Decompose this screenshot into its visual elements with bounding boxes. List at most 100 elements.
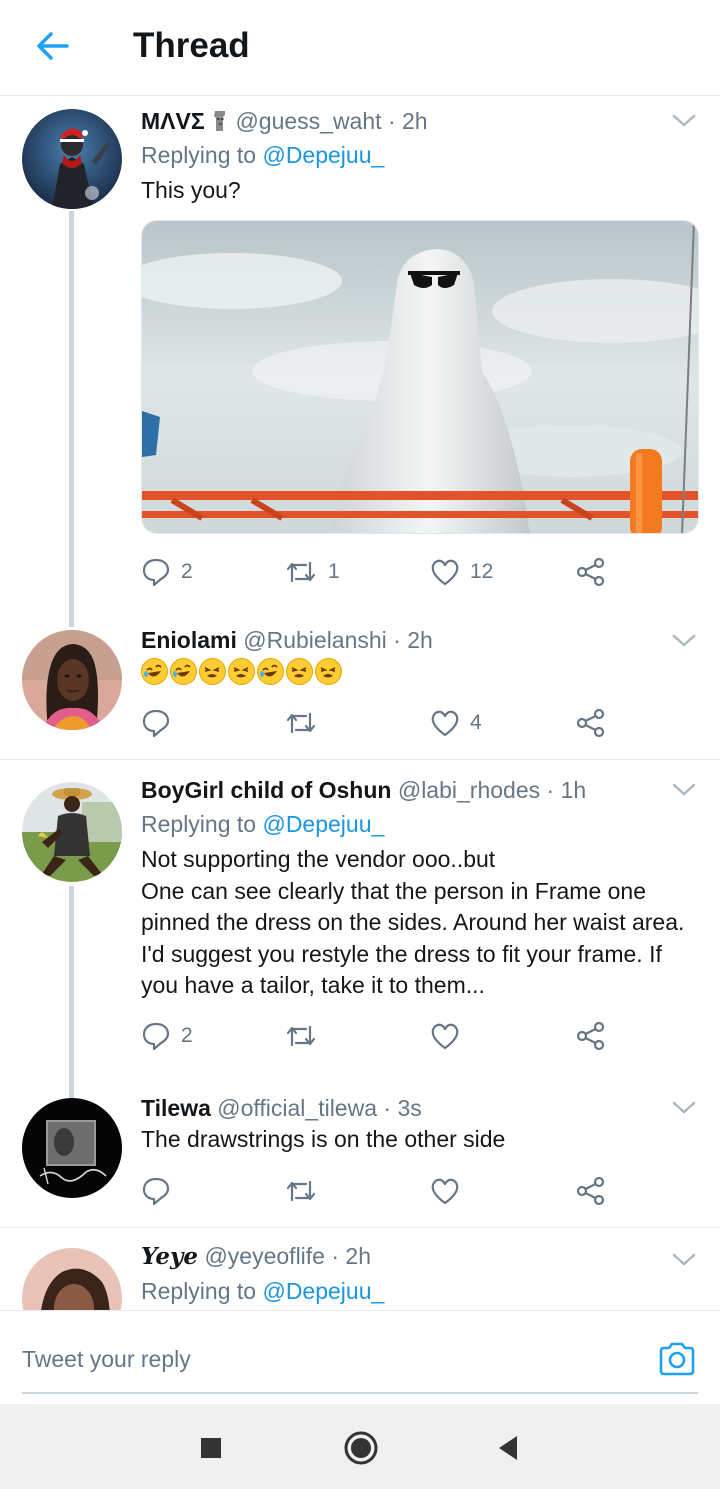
like-count: 12 [470,560,494,583]
rolling-on-floor-laughing-icon [141,658,168,685]
page-title: Thread [133,26,250,65]
app-header: Thread [0,0,720,96]
handle[interactable]: @Rubielanshi [243,627,387,653]
tweet-actions: 4 [141,703,641,743]
share-button[interactable] [575,1171,607,1211]
like-button[interactable]: 4 [430,703,482,743]
tweet-meta: BoyGirl child of Oshun @labi_rhodes · 1h [141,774,698,806]
reply-button[interactable]: 2 [141,552,193,592]
share-button[interactable] [575,703,607,743]
retweet-button[interactable] [284,1171,328,1211]
timestamp: · 2h [331,1243,371,1269]
tweet-text: This you? [141,177,241,203]
display-name[interactable]: BoyGirl child of Oshun [141,777,391,803]
like-button[interactable] [430,1171,470,1211]
tweet-media-image[interactable] [141,220,699,534]
tweet[interactable]: Eniolami @Rubielanshi · 2h 4 [0,627,720,759]
chevron-down-icon[interactable] [672,782,696,798]
avatar[interactable] [22,782,122,882]
tweet-text: Not supporting the vendor ooo..but One c… [141,846,685,998]
tweet[interactable]: BoyGirl child of Oshun @labi_rhodes · 1h… [0,760,720,1098]
retweet-button[interactable]: 1 [284,552,340,592]
retweet-button[interactable] [284,1016,328,1056]
reply-count: 2 [181,1024,193,1047]
rolling-on-floor-laughing-icon [257,658,284,685]
share-icon [576,1021,605,1051]
retweet-icon [286,1180,316,1202]
chevron-down-icon[interactable] [672,633,696,649]
avatar[interactable] [22,109,122,209]
reply-icon [142,1177,170,1206]
timestamp: · 3s [383,1095,422,1121]
display-name[interactable]: Eniolami [141,627,237,653]
tweet-actions [141,1171,641,1211]
share-button[interactable] [575,1016,607,1056]
avatar[interactable] [22,1098,122,1198]
weary-face-icon [315,658,342,685]
share-button[interactable] [575,552,607,592]
chevron-down-icon[interactable] [672,1100,696,1116]
tweet[interactable]: Yeye @yeyeoflife · 2h Replying to @Depej… [0,1228,720,1310]
display-name[interactable]: ΜΛVΣ [141,108,205,134]
back-nav-button[interactable] [490,1430,526,1466]
heart-icon [431,1023,459,1050]
retweet-icon [286,561,316,583]
share-icon [576,1176,605,1206]
display-name[interactable]: Tilewa [141,1095,211,1121]
camera-button[interactable] [657,1339,697,1379]
thread-feed[interactable]: ΜΛVΣ @guess_waht · 2h Replying to @Depej… [0,97,720,1310]
handle[interactable]: @yeyeoflife [204,1243,325,1269]
tweet[interactable]: ΜΛVΣ @guess_waht · 2h Replying to @Depej… [0,97,720,627]
share-icon [576,708,605,738]
timestamp: · 2h [387,108,428,134]
recents-square-icon [201,1438,221,1458]
back-triangle-icon [499,1436,517,1460]
tweet-meta: Tilewa @official_tilewa · 3s [141,1092,698,1124]
retweet-button[interactable] [284,703,328,743]
tweet-meta: Eniolami @Rubielanshi · 2h [141,624,698,656]
avatar[interactable] [22,630,122,730]
reply-button[interactable] [141,703,181,743]
reply-button[interactable]: 2 [141,1016,193,1056]
tweet-meta: Yeye @yeyeoflife · 2h [141,1240,698,1273]
heart-icon [431,559,459,586]
thread-line [69,211,74,627]
reply-input[interactable]: Tweet your reply [22,1339,622,1379]
tweet-meta: ΜΛVΣ @guess_waht · 2h [141,105,698,137]
back-arrow-icon [37,32,69,60]
thread-line [69,886,74,1098]
replying-to-label: Replying to [141,142,257,168]
input-underline [22,1392,698,1394]
retweet-icon [286,712,316,734]
reply-button[interactable] [141,1171,181,1211]
like-button[interactable]: 12 [430,552,493,592]
retweet-icon [286,1025,316,1047]
avatar[interactable] [22,1248,122,1310]
replying-to: Replying to @Depejuu_ [141,1275,698,1307]
chevron-down-icon[interactable] [672,113,696,129]
like-button[interactable] [430,1016,470,1056]
weary-face-icon [286,658,313,685]
home-circle-icon [344,1431,378,1465]
replying-to-link[interactable]: @Depejuu_ [262,811,384,837]
weary-face-icon [199,658,226,685]
compose-bar: Tweet your reply [0,1310,720,1404]
tweet[interactable]: Tilewa @official_tilewa · 3s The drawstr… [0,1095,720,1227]
moai-icon [211,108,235,134]
display-name[interactable]: Yeye [141,1243,198,1270]
replying-to-link[interactable]: @Depejuu_ [262,1278,384,1304]
replying-to: Replying to @Depejuu_ [141,139,698,171]
timestamp: · 2h [393,627,433,653]
recents-button[interactable] [193,1430,229,1466]
chevron-down-icon[interactable] [672,1252,696,1268]
reply-icon [142,558,170,587]
handle[interactable]: @labi_rhodes [398,777,540,803]
handle[interactable]: @guess_waht [235,108,381,134]
share-icon [576,557,605,587]
tweet-text: The drawstrings is on the other side [141,1126,506,1152]
handle[interactable]: @official_tilewa [217,1095,377,1121]
back-button[interactable] [30,26,74,66]
replying-to: Replying to @Depejuu_ [141,808,698,840]
replying-to-link[interactable]: @Depejuu_ [262,142,384,168]
home-button[interactable] [343,1430,379,1466]
